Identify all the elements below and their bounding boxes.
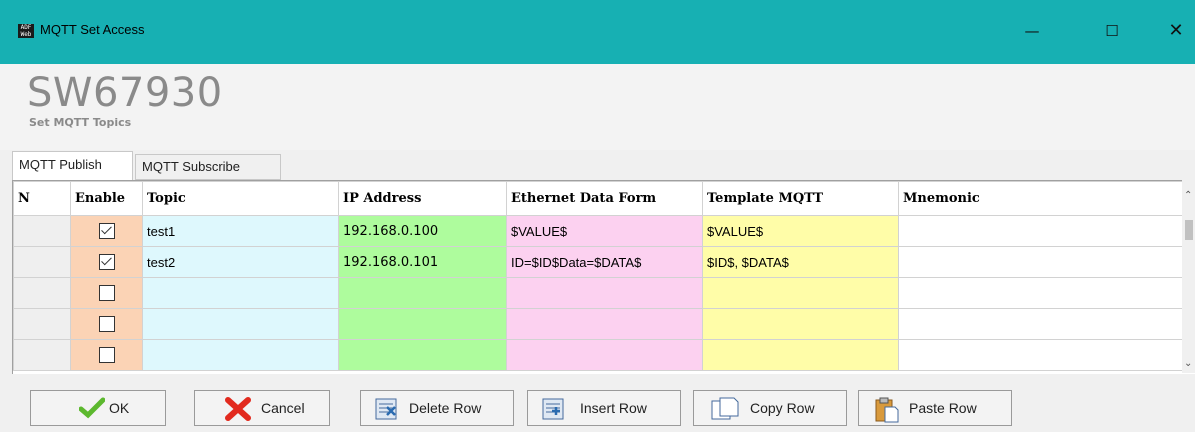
row-number-cell[interactable] — [13, 308, 71, 340]
col-header-enable[interactable]: Enable — [70, 181, 143, 216]
template-mqtt-cell[interactable] — [702, 339, 899, 371]
topic-cell[interactable]: test2 — [142, 246, 339, 278]
col-header-ip-address[interactable]: IP Address — [338, 181, 507, 216]
ip-address-cell[interactable]: 192.168.0.100 — [338, 215, 507, 247]
table-row[interactable] — [13, 277, 1189, 309]
col-header-topic[interactable]: Topic — [142, 181, 339, 216]
ok-button[interactable]: OK — [30, 390, 166, 426]
grid-header-row: N Enable Topic IP Address Ethernet Data … — [13, 181, 1189, 216]
topic-cell[interactable] — [142, 308, 339, 340]
row-number-cell[interactable] — [13, 339, 71, 371]
ethernet-data-form-cell[interactable]: ID=$ID$Data=$DATA$ — [506, 246, 703, 278]
delete-row-icon — [375, 397, 397, 424]
table-row[interactable] — [13, 339, 1189, 371]
delete-row-label: Delete Row — [409, 400, 482, 416]
product-name: SW67930 — [27, 70, 223, 116]
mnemonic-cell[interactable] — [898, 339, 1189, 371]
mnemonic-cell[interactable] — [898, 246, 1189, 278]
enable-cell[interactable] — [70, 277, 143, 309]
row-number-cell[interactable] — [13, 246, 71, 278]
insert-row-label: Insert Row — [580, 400, 647, 416]
cancel-button[interactable]: Cancel — [194, 390, 330, 426]
delete-row-button[interactable]: Delete Row — [360, 390, 514, 426]
ethernet-data-form-cell[interactable] — [506, 339, 703, 371]
close-button[interactable]: ✕ — [1161, 18, 1191, 44]
scroll-down-icon[interactable]: ⌄ — [1184, 358, 1192, 369]
row-number-cell[interactable] — [13, 215, 71, 247]
ip-address-cell[interactable] — [338, 308, 507, 340]
template-mqtt-cell[interactable] — [702, 277, 899, 309]
template-mqtt-cell[interactable]: $ID$, $DATA$ — [702, 246, 899, 278]
checkmark-icon — [78, 397, 106, 422]
tab-mqtt-subscribe[interactable]: MQTT Subscribe — [135, 154, 281, 180]
copy-icon — [710, 397, 740, 426]
topic-cell[interactable] — [142, 339, 339, 371]
mnemonic-cell[interactable] — [898, 277, 1189, 309]
enable-checkbox[interactable] — [98, 316, 115, 332]
insert-row-icon — [542, 397, 564, 424]
insert-row-button[interactable]: Insert Row — [527, 390, 681, 426]
page-subtitle: Set MQTT Topics — [29, 116, 132, 129]
row-number-cell[interactable] — [13, 277, 71, 309]
title-bar: ADF Web MQTT Set Access — ☐ ✕ — [0, 0, 1195, 64]
enable-checkbox[interactable] — [98, 254, 115, 270]
ok-label: OK — [109, 400, 130, 416]
enable-cell[interactable] — [70, 246, 143, 278]
mnemonic-cell[interactable] — [898, 215, 1189, 247]
topics-grid[interactable]: N Enable Topic IP Address Ethernet Data … — [12, 180, 1195, 374]
ethernet-data-form-cell[interactable]: $VALUE$ — [506, 215, 703, 247]
enable-checkbox[interactable] — [98, 347, 115, 363]
button-bar: OK Cancel Delete Row Insert Row Copy Row… — [0, 374, 1195, 432]
table-row[interactable]: test1 192.168.0.100 $VALUE$ $VALUE$ — [13, 215, 1189, 247]
ethernet-data-form-cell[interactable] — [506, 308, 703, 340]
scroll-up-icon[interactable]: ⌃ — [1184, 190, 1192, 201]
red-x-icon — [225, 397, 251, 424]
enable-cell[interactable] — [70, 215, 143, 247]
paste-row-button[interactable]: Paste Row — [858, 390, 1012, 426]
copy-row-button[interactable]: Copy Row — [693, 390, 847, 426]
window-title: MQTT Set Access — [40, 22, 145, 37]
table-row[interactable] — [13, 308, 1189, 340]
topic-cell[interactable] — [142, 277, 339, 309]
mnemonic-cell[interactable] — [898, 308, 1189, 340]
ip-address-cell[interactable] — [338, 277, 507, 309]
enable-checkbox[interactable] — [98, 223, 115, 239]
enable-cell[interactable] — [70, 339, 143, 371]
minimize-button[interactable]: — — [1017, 18, 1047, 44]
scroll-thumb[interactable] — [1185, 220, 1193, 240]
app-icon: ADF Web — [18, 24, 34, 38]
ethernet-data-form-cell[interactable] — [506, 277, 703, 309]
paste-row-label: Paste Row — [909, 400, 977, 416]
tab-mqtt-publish[interactable]: MQTT Publish — [12, 151, 133, 181]
table-row[interactable]: test2 192.168.0.101 ID=$ID$Data=$DATA$ $ID$… — [13, 246, 1189, 278]
vertical-scrollbar[interactable]: ⌃ ⌄ — [1182, 180, 1195, 373]
col-header-ethernet-data-form[interactable]: Ethernet Data Form — [506, 181, 703, 216]
col-header-template-mqtt[interactable]: Template MQTT — [702, 181, 899, 216]
template-mqtt-cell[interactable]: $VALUE$ — [702, 215, 899, 247]
cancel-label: Cancel — [261, 400, 305, 416]
template-mqtt-cell[interactable] — [702, 308, 899, 340]
copy-row-label: Copy Row — [750, 400, 815, 416]
maximize-button[interactable]: ☐ — [1097, 18, 1127, 44]
col-header-mnemonic[interactable]: Mnemonic — [898, 181, 1189, 216]
col-header-n[interactable]: N — [13, 181, 71, 216]
enable-checkbox[interactable] — [98, 285, 115, 301]
paste-icon — [875, 397, 899, 426]
ip-address-cell[interactable]: 192.168.0.101 — [338, 246, 507, 278]
topic-cell[interactable]: test1 — [142, 215, 339, 247]
ip-address-cell[interactable] — [338, 339, 507, 371]
enable-cell[interactable] — [70, 308, 143, 340]
